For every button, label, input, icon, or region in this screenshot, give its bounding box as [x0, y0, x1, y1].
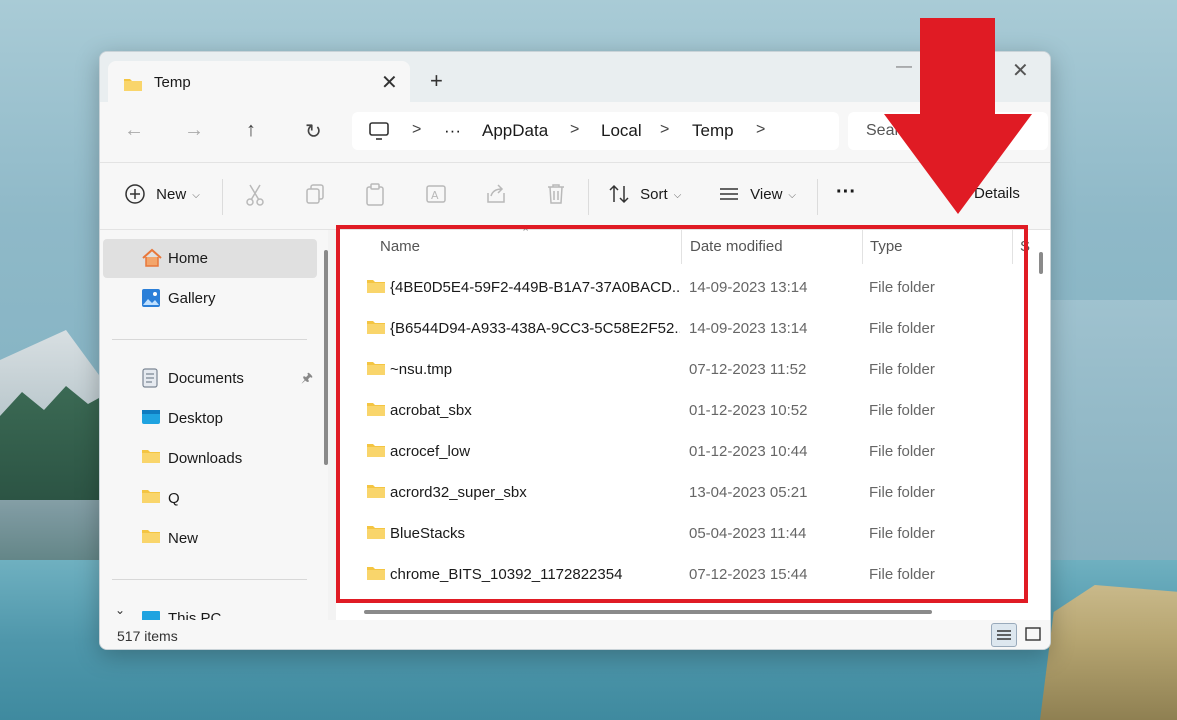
sidebar-item-label: Q [168, 490, 180, 507]
more-options-button[interactable]: ··· [836, 181, 856, 204]
computer-icon [368, 121, 390, 146]
address-bar[interactable]: > ··· AppData > Local > Temp > [352, 112, 839, 150]
up-arrow-icon[interactable]: ↑ [246, 119, 256, 142]
folder-icon [141, 488, 161, 509]
toolbar-divider [817, 179, 818, 215]
item-count: 517 items [117, 628, 178, 644]
sidebar-item-label: New [168, 530, 198, 547]
sidebar-item-documents[interactable]: Documents 🖈 [103, 359, 317, 398]
chevron-right-icon[interactable]: > [756, 121, 765, 139]
back-arrow-icon[interactable]: ← [124, 119, 144, 142]
chevron-down-icon[interactable]: ⌄ [115, 603, 125, 617]
sidebar-item-label: Documents [168, 370, 244, 387]
copy-icon[interactable] [305, 183, 325, 210]
background-island [1040, 300, 1177, 560]
documents-icon [141, 368, 159, 393]
sidebar-item-label: Desktop [168, 410, 223, 427]
chevron-right-icon: > [412, 121, 421, 139]
delete-icon[interactable] [546, 183, 566, 210]
forward-arrow-icon[interactable]: → [184, 119, 204, 142]
gallery-icon [141, 288, 161, 313]
sidebar-item-home[interactable]: Home [103, 239, 317, 278]
sidebar-item-this-pc[interactable]: ⌄ This PC [103, 597, 317, 620]
view-label: View [750, 186, 782, 203]
sidebar-item-gallery[interactable]: Gallery [103, 279, 317, 318]
share-icon[interactable] [485, 183, 507, 210]
toolbar-divider [222, 179, 223, 215]
highlight-box [336, 225, 1028, 603]
sidebar-divider [112, 579, 307, 580]
details-view-button[interactable] [991, 623, 1017, 647]
breadcrumb-ellipsis[interactable]: ··· [444, 121, 461, 141]
breadcrumb-local[interactable]: Local [601, 121, 642, 141]
close-tab-icon[interactable]: ✕ [381, 70, 398, 95]
sort-label: Sort [640, 186, 668, 203]
plus-circle-icon [124, 183, 146, 205]
view-button[interactable]: View ⌵ [718, 183, 796, 205]
svg-text:A: A [431, 189, 439, 202]
chevron-right-icon: > [570, 121, 579, 139]
new-tab-button[interactable]: + [430, 68, 443, 94]
paste-icon[interactable] [365, 183, 385, 212]
sort-button[interactable]: Sort ⌵ [608, 183, 681, 205]
rename-icon[interactable]: A [425, 183, 447, 210]
navigation-pane: Home Gallery Documents 🖈 Desktop [100, 230, 328, 620]
chevron-down-icon: ⌵ [674, 190, 682, 201]
folder-icon [123, 76, 143, 97]
folder-icon [141, 448, 161, 469]
breadcrumb-appdata[interactable]: AppData [482, 121, 548, 141]
folder-icon [141, 528, 161, 549]
sort-icon [608, 183, 630, 205]
new-button[interactable]: New ⌵ [124, 183, 200, 205]
chevron-down-icon: ⌵ [192, 190, 200, 201]
cut-icon[interactable] [245, 183, 265, 212]
horizontal-scrollbar[interactable] [364, 610, 932, 614]
sidebar-item-new[interactable]: New [103, 519, 317, 558]
sidebar-item-q[interactable]: Q [103, 479, 317, 518]
breadcrumb-temp[interactable]: Temp [692, 121, 734, 141]
sidebar-item-downloads[interactable]: Downloads [103, 439, 317, 478]
pin-icon[interactable]: 🖈 [301, 369, 313, 391]
sidebar-item-label: Downloads [168, 450, 242, 467]
toolbar-divider [588, 179, 589, 215]
tiles-view-button[interactable] [1024, 626, 1042, 649]
sidebar-scrollbar[interactable] [324, 250, 328, 465]
desktop-icon [141, 408, 161, 431]
details-view-icon [992, 624, 1016, 646]
red-arrow-icon [884, 18, 1032, 214]
sidebar-item-label: Home [168, 250, 208, 267]
chevron-right-icon: > [660, 121, 669, 139]
tab-title: Temp [154, 74, 191, 91]
vertical-scrollbar[interactable] [1039, 252, 1043, 274]
sidebar-item-label: Gallery [168, 290, 216, 307]
sidebar-divider [112, 339, 307, 340]
refresh-icon[interactable]: ↻ [305, 119, 322, 144]
view-list-icon [718, 183, 740, 205]
new-label: New [156, 186, 186, 203]
tiles-view-icon [1024, 626, 1042, 644]
tab-temp[interactable]: Temp ✕ [108, 61, 410, 102]
chevron-down-icon: ⌵ [788, 190, 796, 201]
sidebar-item-label: This PC [168, 610, 221, 620]
sidebar-item-desktop[interactable]: Desktop [103, 399, 317, 438]
status-bar: 517 items [100, 620, 1050, 650]
home-icon [141, 248, 163, 273]
computer-icon [141, 609, 161, 620]
